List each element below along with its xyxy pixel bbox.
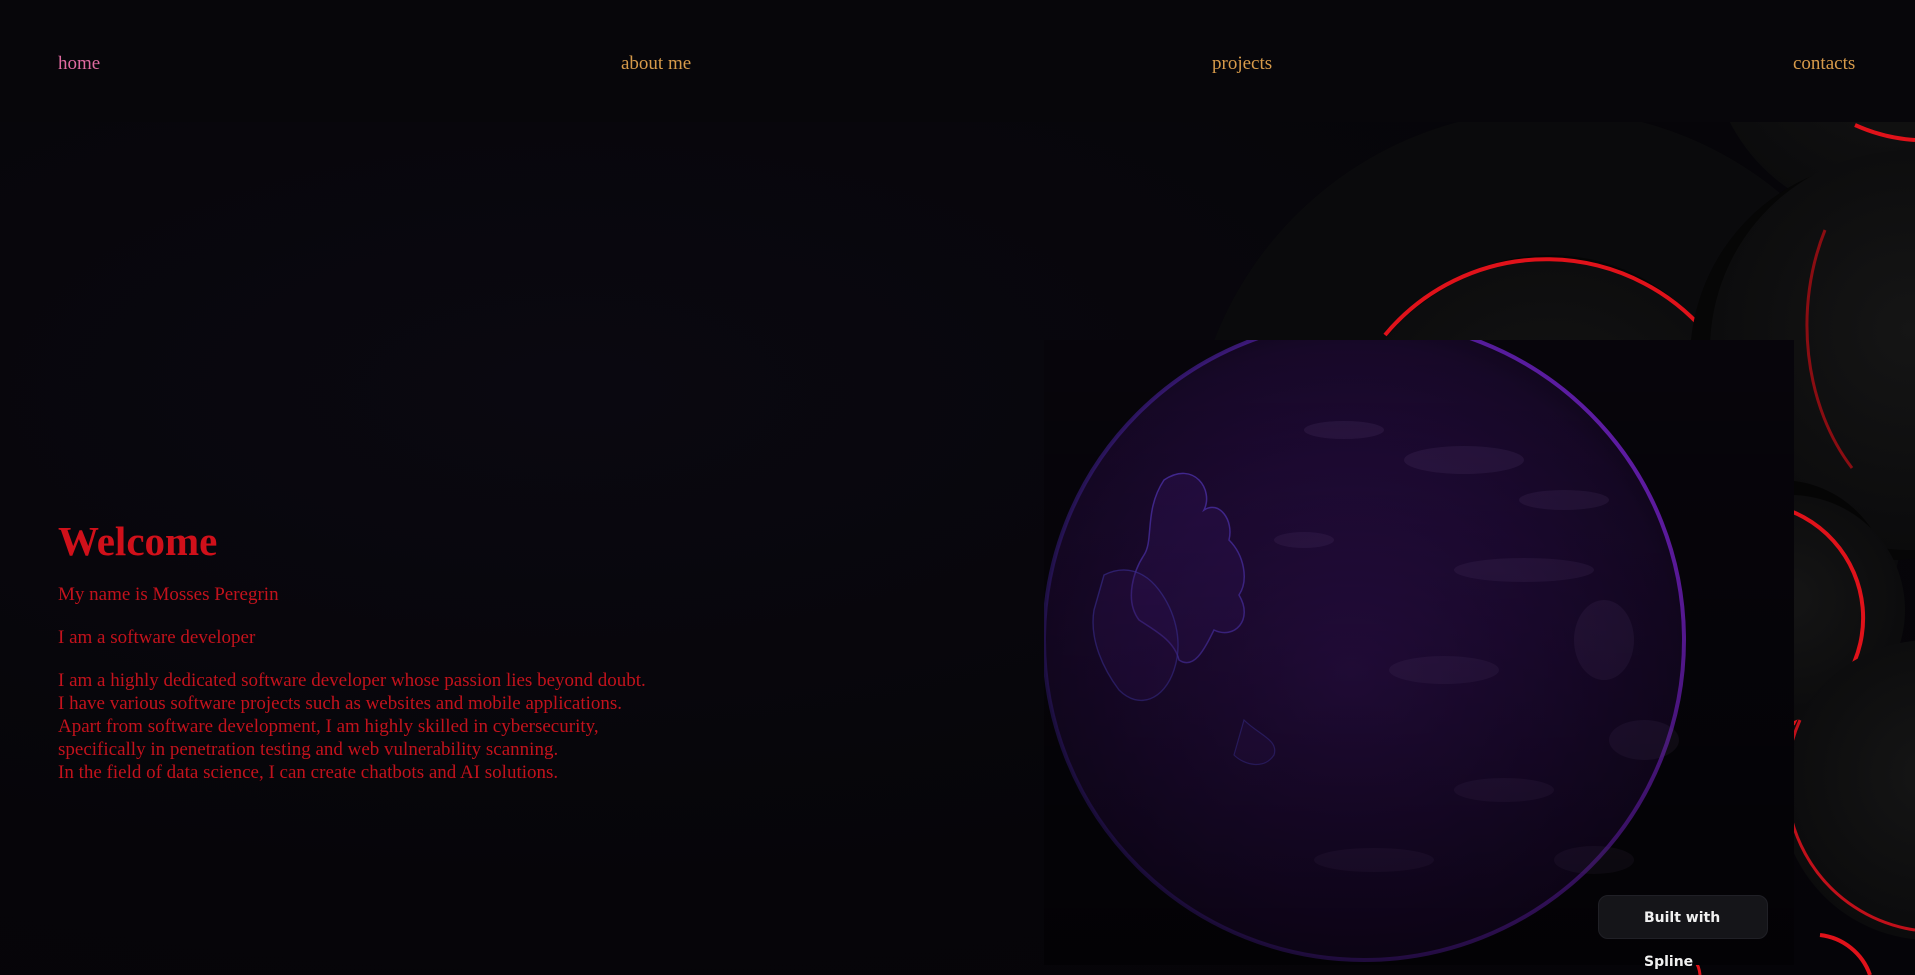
spline-scene[interactable] — [1044, 340, 1794, 965]
nav-link-home[interactable]: home — [58, 53, 100, 75]
bio-line: Apart from software development, I am hi… — [58, 716, 599, 737]
bio-line: specifically in penetration testing and … — [58, 739, 559, 760]
nav-link-about-me[interactable]: about me — [621, 53, 691, 75]
nav-link-projects[interactable]: projects — [1212, 53, 1272, 75]
bio-line: In the field of data science, I can crea… — [58, 762, 559, 783]
globe-graphic — [1044, 340, 1794, 965]
bio-paragraph: I am a highly dedicated software develop… — [58, 669, 778, 784]
bio-line: I am a highly dedicated software develop… — [58, 670, 646, 691]
built-with-spline-badge[interactable]: Built with Spline — [1598, 895, 1768, 970]
role-line: I am a software developer — [58, 627, 256, 648]
page: home about me projects contacts Welcome … — [0, 0, 1915, 975]
top-nav: home about me projects contacts — [0, 0, 1915, 122]
name-line: My name is Mosses Peregrin — [58, 584, 279, 605]
welcome-heading: Welcome — [58, 518, 218, 564]
nav-link-contacts[interactable]: contacts — [1793, 53, 1855, 75]
intro-section: Welcome My name is Mosses Peregrin I am … — [58, 515, 778, 784]
bio-line: I have various software projects such as… — [58, 693, 623, 714]
